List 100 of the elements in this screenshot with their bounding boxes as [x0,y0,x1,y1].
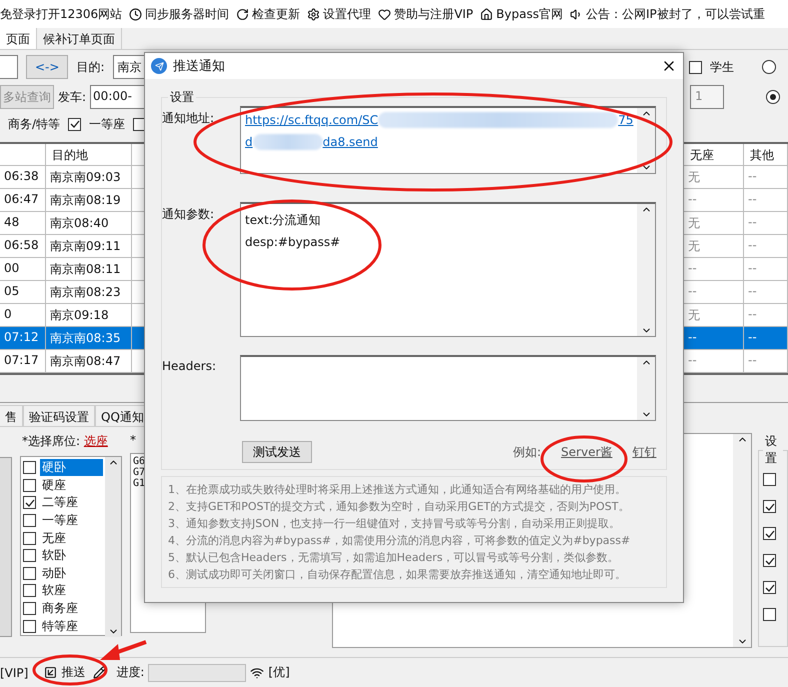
checkbox[interactable] [689,60,702,74]
checkbox[interactable] [23,478,36,492]
seat-item[interactable]: 硬卧 [40,459,103,476]
push-icon[interactable] [44,666,58,679]
note-line: 2、支持GET和POST的提交方式，通知参数为空时，自动采用GET的方式提交，否则为POST。 [168,499,630,515]
seat-item[interactable]: 特等座 [40,618,103,635]
checkbox[interactable] [23,532,36,545]
table-cell: -- [684,258,744,281]
note-line: 5、默认已包含Headers，无需填写，如需追加Headers，可以冒号或等号分割，类似参数。 [168,550,620,566]
table-cell: 06:47 [0,189,46,212]
table-cell: 南京南08:19 [46,189,132,212]
tab[interactable]: 页面 [0,28,37,49]
seat-item[interactable]: 软座 [40,582,103,600]
toolbar-item[interactable]: Bypass官网 [480,6,563,22]
seat-list[interactable]: 硬卧 硬座 二等座 一等座 无座 软卧 动卧 软座 商务座 特等座 [20,456,122,636]
checkbox[interactable] [23,584,36,598]
seat-label: *选择席位: [22,434,80,448]
table-cell: 00 [0,258,46,281]
checkbox[interactable] [23,602,36,616]
table-cell: -- [744,189,788,212]
url-link[interactable]: d [245,135,253,149]
table-cell: 南京08:40 [46,212,132,235]
toolbar-item[interactable]: 同步服务器时间 [129,6,230,22]
refresh-icon [236,8,250,20]
radio-button[interactable] [762,60,776,74]
to-label: 目的: [76,58,104,76]
example-link[interactable]: Server酱 [561,444,612,460]
table-cell: -- [744,327,788,350]
table-cell: 南京南08:23 [46,281,132,304]
seat-item[interactable]: 动卧 [40,564,103,582]
tab[interactable]: 售 [0,405,23,427]
checkbox[interactable] [23,566,36,580]
params-label: 通知参数: [162,206,216,223]
toolbar-item[interactable]: 免登录打开12306网站 [0,6,122,22]
example-link[interactable]: 钉钉 [632,444,656,460]
from-field[interactable] [0,55,18,79]
toolbar-item[interactable]: 公告：公网IP被封了，可以尝试重 [570,6,765,22]
table-cell: 南京南08:11 [46,258,132,281]
table-cell: 无 [684,235,744,258]
note-line: 1、在抢票成功或失败待处理时将采用上述推送方式通知，此通知适合有网络基础的用户使用。 [168,482,627,498]
checkbox[interactable] [68,118,82,130]
note-line: 6、测试成功即可关闭窗口，自动保存配置信息，如果需要放弃推送通知，清空通知地址即可。 [168,567,627,583]
speaker-icon [570,8,583,20]
heart-icon [378,8,392,20]
headers-field[interactable] [240,355,656,421]
checkbox[interactable] [763,473,776,486]
checkbox[interactable] [763,554,776,567]
param-line: text:分流通知 [245,212,322,229]
test-send-button[interactable]: 测试发送 [242,441,312,463]
table-cell: 南京南09:11 [46,235,132,258]
wifi-icon [250,666,264,680]
note-line: 4、分流的消息内容为#bypass#，如需使用分流的消息内容，可将参数的值定义为#bypass# [168,533,632,549]
seat-item[interactable]: 二等座 [40,494,103,512]
param-line: desp:#bypass# [245,235,342,249]
table-cell: 07:17 [0,350,46,373]
student-label: 学生 [710,58,734,76]
seat-item[interactable]: 硬座 [40,476,103,494]
train-item: G7 [133,467,146,478]
tab[interactable]: 验证码设置 [23,405,95,427]
seat-item[interactable]: 商务座 [40,600,103,618]
table-cell: -- [744,258,788,281]
table-cell: -- [744,281,788,304]
url-link[interactable]: https://sc.ftqq.com/SC [245,113,378,127]
checkbox[interactable] [23,549,36,562]
table-cell: -- [684,327,744,350]
send-icon [151,58,167,74]
toolbar-item[interactable]: 检查更新 [236,6,300,22]
radio-button[interactable] [766,90,780,104]
table-cell: 南京09:18 [46,304,132,327]
checkbox[interactable] [763,527,776,540]
cut-label: * [130,433,137,447]
checkbox[interactable] [23,514,36,528]
table-cell: -- [684,350,744,373]
seat-item[interactable]: 一等座 [40,512,103,530]
checkbox[interactable] [23,461,36,474]
push-label[interactable]: 推送 [61,664,86,681]
column-header: 无座 [684,144,744,166]
table-cell: 05 [0,281,46,304]
seat-filter-label: 商务/特等 [8,116,60,132]
checkbox[interactable] [23,496,36,510]
params-field[interactable]: text:分流通知 desp:#bypass# [240,202,656,337]
table-cell: -- [744,212,788,235]
checkbox[interactable] [763,500,776,513]
pencil-icon[interactable] [93,666,106,679]
url-link[interactable]: da8.send [322,135,378,149]
train-item: G1 [133,478,146,489]
toolbar-item[interactable]: 设置代理 [307,6,372,22]
toolbar-item[interactable]: 赞助与注册VIP [378,6,474,22]
swap-button[interactable]: <-> [26,55,68,79]
checkbox[interactable] [763,581,776,594]
seat-item[interactable]: 无座 [40,530,103,547]
blurred-text [252,134,323,150]
table-cell: -- [744,350,788,373]
seat-link[interactable]: 选座 [84,434,108,448]
example-label: 例如: [513,444,542,460]
seat-item[interactable]: 软卧 [40,547,103,564]
checkbox[interactable] [763,608,776,621]
table-cell: 48 [0,212,46,235]
table-cell: -- [684,281,744,304]
checkbox[interactable] [23,620,36,633]
